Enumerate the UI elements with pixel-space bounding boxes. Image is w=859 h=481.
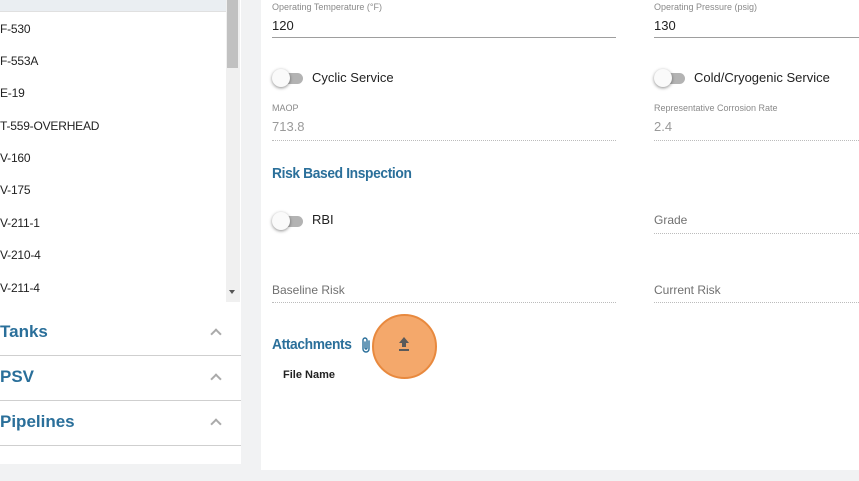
list-item-selected[interactable]: [0, 0, 226, 12]
toggle-thumb: [654, 69, 672, 87]
rbi-label: RBI: [312, 212, 334, 227]
field-underline: [272, 37, 616, 38]
maop-value: 713.8: [272, 119, 305, 134]
list-item[interactable]: T-559-OVERHEAD: [0, 119, 99, 133]
operating-temperature-value[interactable]: 120: [272, 18, 294, 33]
chevron-up-icon[interactable]: [210, 328, 222, 340]
paperclip-icon: [362, 337, 370, 353]
cold-cryogenic-service-label: Cold/Cryogenic Service: [694, 70, 830, 85]
field-underline: [654, 233, 859, 234]
list-item[interactable]: F-530: [0, 22, 31, 36]
field-label: MAOP: [272, 103, 299, 113]
field-label: Operating Pressure (psig): [654, 2, 758, 12]
section-psv[interactable]: PSV: [0, 356, 241, 401]
field-label: Representative Corrosion Rate: [654, 103, 778, 113]
list-item[interactable]: F-553A: [0, 54, 38, 68]
sidebar-panel: F-530 F-553A E-19 T-559-OVERHEAD V-160 V…: [0, 0, 241, 464]
equipment-sidebar: F-530 F-553A E-19 T-559-OVERHEAD V-160 V…: [0, 0, 253, 481]
chevron-up-icon[interactable]: [210, 418, 222, 430]
corrosion-rate-value: 2.4: [654, 119, 673, 134]
operating-pressure-value[interactable]: 130: [654, 18, 676, 33]
section-label: Pipelines: [0, 412, 75, 431]
list-item[interactable]: V-211-4: [0, 281, 40, 295]
cold-cryogenic-service-toggle[interactable]: [654, 69, 686, 87]
section-label: PSV: [0, 367, 35, 386]
field-underline: [272, 302, 616, 303]
list-item[interactable]: V-175: [0, 183, 31, 197]
field-label: Operating Temperature (°F): [272, 2, 382, 12]
toggle-thumb: [272, 212, 290, 230]
cyclic-service-toggle[interactable]: [272, 69, 304, 87]
current-risk-label: Current Risk: [654, 283, 721, 297]
scrollbar-thumb[interactable]: [227, 0, 238, 68]
list-item[interactable]: V-160: [0, 151, 31, 165]
field-underline: [272, 140, 616, 141]
list-item[interactable]: E-19: [0, 86, 25, 100]
baseline-risk-label: Baseline Risk: [272, 283, 345, 297]
rbi-section-title: Risk Based Inspection: [272, 165, 412, 182]
upload-icon[interactable]: [396, 336, 412, 352]
equipment-details-card: Operating Temperature (°F) 120 Operating…: [261, 0, 859, 470]
section-tanks[interactable]: Tanks: [0, 311, 241, 356]
section-label: Tanks: [0, 322, 48, 341]
rbi-toggle[interactable]: [272, 212, 304, 230]
file-name-column-header: File Name: [283, 369, 335, 381]
cyclic-service-label: Cyclic Service: [312, 70, 394, 85]
equipment-list[interactable]: F-530 F-553A E-19 T-559-OVERHEAD V-160 V…: [0, 0, 226, 302]
toggle-thumb: [272, 69, 290, 87]
section-pipelines[interactable]: Pipelines: [0, 401, 241, 446]
attachments-title: Attachments: [272, 336, 352, 353]
grade-label: Grade: [654, 213, 688, 227]
list-item[interactable]: V-211-1: [0, 216, 40, 230]
field-underline: [654, 140, 859, 141]
list-item[interactable]: V-210-4: [0, 248, 41, 262]
field-underline: [654, 37, 859, 38]
scroll-down-arrow-icon[interactable]: [229, 290, 235, 294]
field-underline: [654, 302, 859, 303]
chevron-up-icon[interactable]: [210, 373, 222, 385]
